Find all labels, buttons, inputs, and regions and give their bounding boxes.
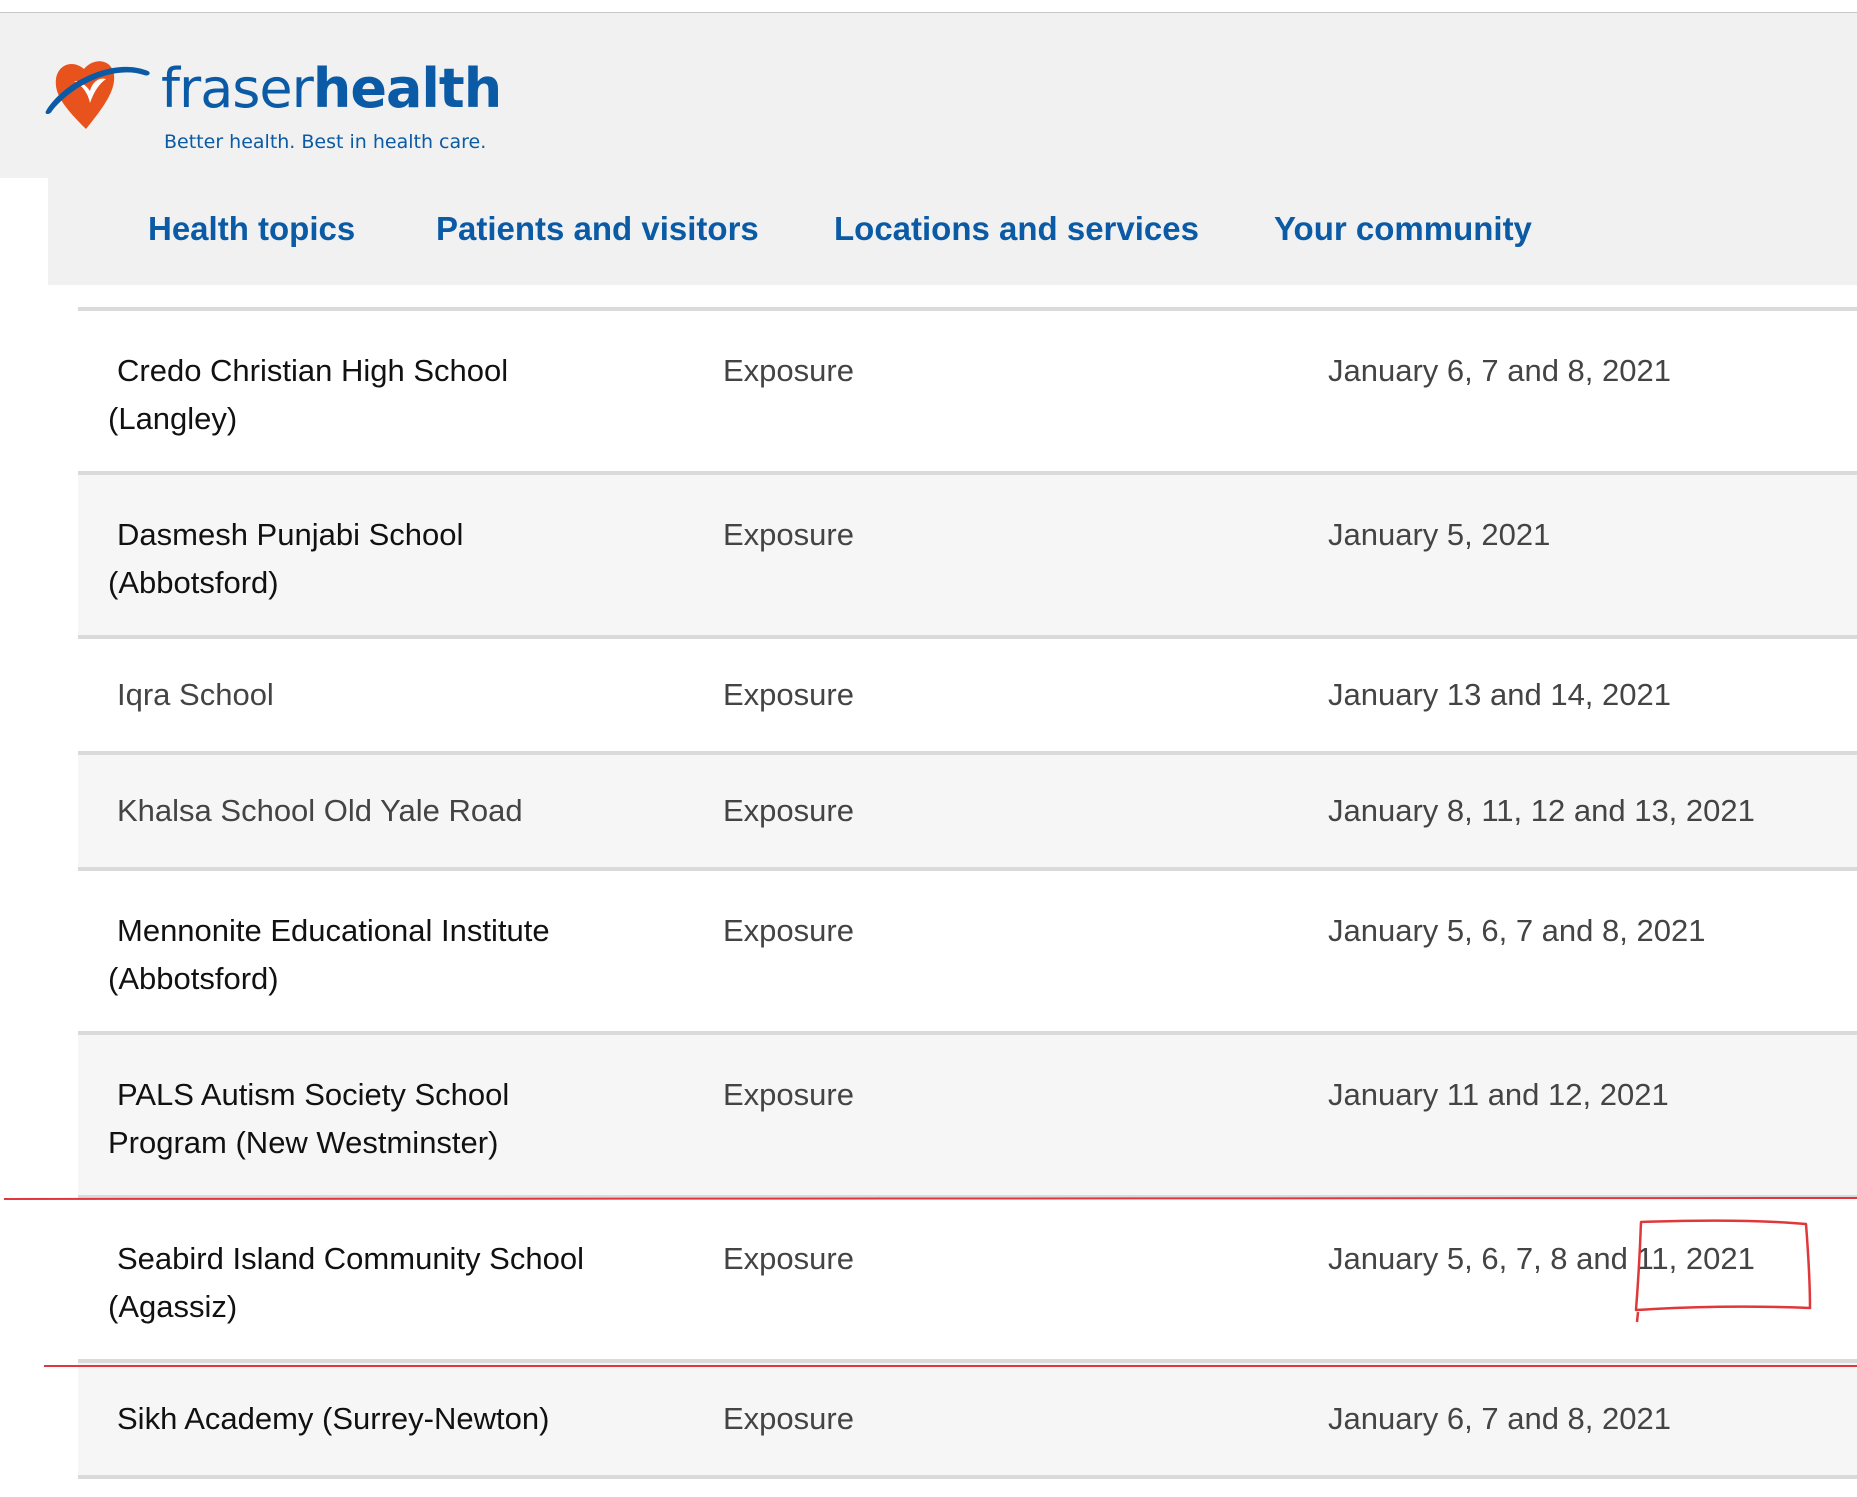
school-name-line: Credo Christian High School [117, 353, 509, 388]
exposure-dates: January 5, 2021 [1328, 517, 1551, 552]
exposure-status: Exposure [723, 353, 854, 388]
exposure-dates: January 5, 6, 7 and 8, 2021 [1328, 913, 1706, 948]
school-name-line: (Agassiz) [108, 1289, 238, 1324]
nav-health-topics[interactable]: Health topics [148, 210, 355, 248]
school-name-line: Sikh Academy (Surrey-Newton) [117, 1401, 550, 1436]
school-exposures-table: Credo Christian High School (Langley) Ex… [78, 307, 1857, 1479]
school-name: Seabird Island Community School (Agassiz… [78, 1235, 584, 1331]
table-row: Dasmesh Punjabi School (Abbotsford) Expo… [78, 475, 1857, 639]
exposure-status: Exposure [723, 677, 854, 712]
nav-locations-and-services[interactable]: Locations and services [834, 210, 1199, 248]
nav-patients-and-visitors[interactable]: Patients and visitors [436, 210, 759, 248]
school-name-line: (Abbotsford) [108, 565, 279, 600]
nav-your-community[interactable]: Your community [1274, 210, 1532, 248]
school-name: Mennonite Educational Institute (Abbotsf… [78, 907, 550, 1003]
school-name-line: (Langley) [108, 401, 238, 436]
brand-name-regular: fraser [161, 57, 314, 120]
school-name-line: Khalsa School Old Yale Road [117, 793, 523, 828]
table-row: Sikh Academy (Surrey-Newton) Exposure Ja… [78, 1363, 1857, 1479]
school-name-line: Seabird Island Community School [117, 1241, 584, 1276]
school-name-line: (Abbotsford) [108, 961, 279, 996]
school-name: Khalsa School Old Yale Road [78, 787, 523, 835]
fraser-health-logo[interactable]: fraserhealth Better health. Best in heal… [44, 37, 502, 167]
exposure-dates: January 5, 6, 7, 8 and 11, 2021 [1328, 1241, 1755, 1276]
table-row: PALS Autism Society School Program (New … [78, 1035, 1857, 1199]
exposure-status: Exposure [723, 517, 854, 552]
exposure-dates: January 6, 7 and 8, 2021 [1328, 353, 1671, 388]
exposure-dates: January 6, 7 and 8, 2021 [1328, 1401, 1671, 1436]
brand-name-bold: health [312, 57, 502, 120]
exposure-status: Exposure [723, 1077, 854, 1112]
table-row: Iqra School Exposure January 13 and 14, … [78, 639, 1857, 755]
exposure-status: Exposure [723, 1401, 854, 1436]
exposure-dates: January 8, 11, 12 and 13, 2021 [1328, 793, 1755, 828]
school-name-line: Mennonite Educational Institute [117, 913, 550, 948]
table-row: Credo Christian High School (Langley) Ex… [78, 311, 1857, 475]
school-name: Credo Christian High School (Langley) [78, 347, 508, 443]
brand-name: fraserhealth [161, 57, 502, 120]
school-name: Dasmesh Punjabi School (Abbotsford) [78, 511, 463, 607]
table-row: Khalsa School Old Yale Road Exposure Jan… [78, 755, 1857, 871]
table-row-highlighted: Seabird Island Community School (Agassiz… [78, 1199, 1857, 1363]
school-name-line: Program (New Westminster) [108, 1125, 499, 1160]
exposure-status: Exposure [723, 913, 854, 948]
exposure-dates: January 13 and 14, 2021 [1328, 677, 1671, 712]
school-name-line: Iqra School [117, 677, 274, 712]
exposure-dates: January 11 and 12, 2021 [1328, 1077, 1669, 1112]
brand-tagline: Better health. Best in health care. [164, 131, 487, 153]
heart-swoosh-icon [45, 61, 150, 129]
main-navigation: Health topics Patients and visitors Loca… [48, 178, 1857, 285]
exposure-status: Exposure [723, 793, 854, 828]
table-row: Mennonite Educational Institute (Abbotsf… [78, 871, 1857, 1035]
school-name: PALS Autism Society School Program (New … [78, 1071, 509, 1167]
school-name: Sikh Academy (Surrey-Newton) [78, 1395, 549, 1443]
top-edge [0, 0, 1857, 13]
school-name-line: Dasmesh Punjabi School [117, 517, 464, 552]
school-name: Iqra School [78, 671, 274, 719]
site-header: fraserhealth Better health. Best in heal… [0, 13, 1857, 178]
exposure-status: Exposure [723, 1241, 854, 1276]
school-name-line: PALS Autism Society School [117, 1077, 510, 1112]
